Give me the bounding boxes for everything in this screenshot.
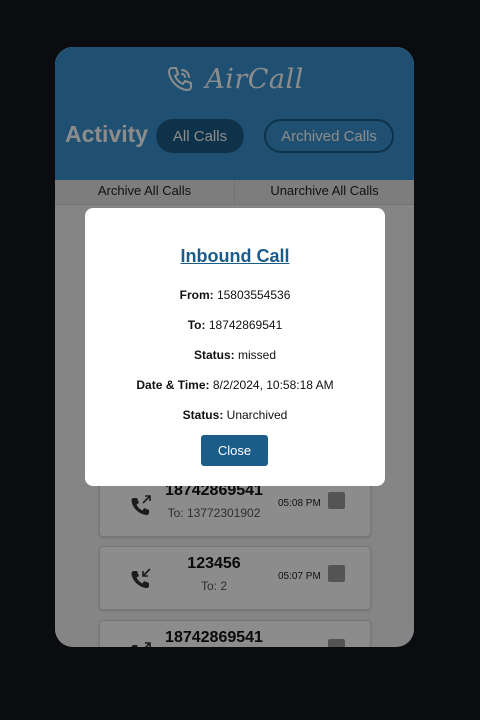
datetime-row: Date & Time: 8/2/2024, 10:58:18 AM [85, 378, 385, 392]
datetime-label: Date & Time: [136, 378, 210, 392]
to-value: 18742869541 [208, 318, 283, 332]
to-label: To: [187, 318, 206, 332]
close-button[interactable]: Close [201, 435, 268, 466]
status-value: missed [238, 348, 277, 362]
status-label: Status: [193, 348, 235, 362]
from-row: From: 15803554536 [85, 288, 385, 302]
from-label: From: [179, 288, 214, 302]
archive-status-value: Unarchived [226, 408, 288, 422]
from-value: 15803554536 [216, 288, 291, 302]
status-row: Status: missed [85, 348, 385, 362]
archive-status-row: Status: Unarchived [85, 408, 385, 422]
call-details-modal: Inbound Call From: 15803554536 To: 18742… [85, 208, 385, 486]
to-row: To: 18742869541 [85, 318, 385, 332]
modal-title: Inbound Call [180, 246, 290, 266]
datetime-value: 8/2/2024, 10:58:18 AM [212, 378, 334, 392]
archive-status-label: Status: [182, 408, 224, 422]
